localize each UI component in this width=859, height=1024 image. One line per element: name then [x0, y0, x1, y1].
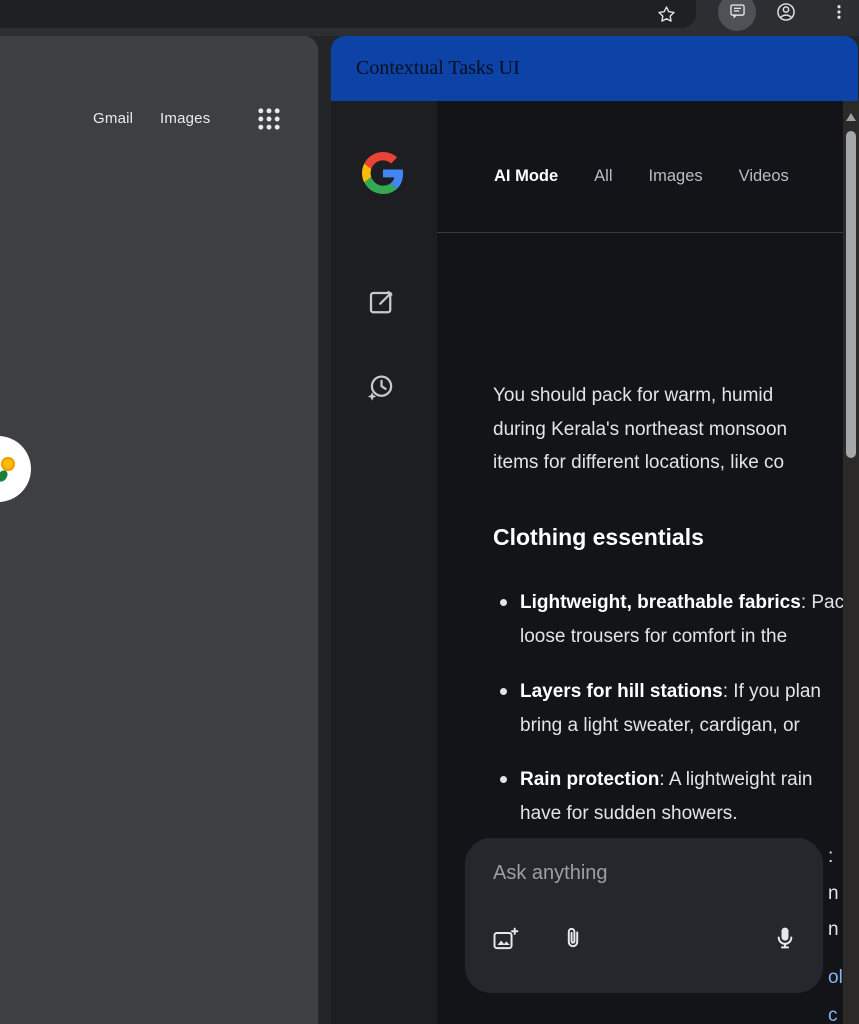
apps-grid-icon[interactable] — [255, 105, 283, 133]
answer-section-heading: Clothing essentials — [493, 524, 704, 551]
bullet-text: : A lightweight rain — [659, 769, 812, 790]
gmail-link[interactable]: Gmail — [93, 110, 133, 127]
side-panel-chat-icon[interactable] — [727, 2, 748, 23]
clipped-link-fragment: c — [828, 1005, 838, 1024]
profile-icon[interactable] — [775, 1, 797, 23]
ask-input[interactable] — [493, 862, 783, 885]
clipped-text-fragment: n — [828, 919, 839, 941]
ai-mode-results: AI Mode All Images Videos You should pac… — [437, 101, 843, 1024]
bullet-item: Lightweight, breathable fabrics: Pack lo… — [493, 586, 843, 653]
bullet-item: Layers for hill stations: If you plan br… — [493, 675, 843, 742]
google-logo[interactable] — [362, 152, 404, 194]
panel-scrollbar[interactable] — [843, 101, 859, 1024]
tab-ai-mode[interactable]: AI Mode — [494, 167, 558, 186]
history-icon[interactable] — [365, 371, 397, 403]
compose-icon[interactable] — [367, 287, 397, 317]
search-tabs: AI Mode All Images Videos — [494, 167, 789, 186]
bullet-item: Rain protection: A lightweight rain have… — [493, 763, 843, 830]
clipped-text-fragment: n — [828, 883, 839, 905]
bookmark-star-icon[interactable] — [656, 4, 677, 25]
tab-images[interactable]: Images — [649, 167, 703, 186]
scroll-up-arrow[interactable] — [846, 113, 856, 121]
tab-videos[interactable]: Videos — [739, 167, 789, 186]
clipped-link-fragment: ol — [828, 967, 843, 989]
mic-icon[interactable] — [771, 924, 799, 952]
add-image-icon[interactable] — [491, 926, 519, 954]
address-bar[interactable] — [0, 0, 696, 28]
bullet-term: Layers for hill stations — [520, 681, 723, 702]
images-link[interactable]: Images — [160, 110, 210, 127]
bullet-text: have for sudden showers. — [520, 797, 843, 831]
contextual-tasks-side-panel: Contextual Tasks UI — [331, 36, 859, 1024]
bullet-text: : Pack — [801, 592, 843, 613]
answer-line: You should pack for warm, humid — [493, 379, 843, 413]
bullet-term: Rain protection — [520, 769, 659, 790]
answer-line: items for different locations, like co — [493, 446, 843, 480]
bullet-text: bring a light sweater, cardigan, or — [520, 709, 843, 743]
bullet-text: : If you plan — [723, 681, 821, 702]
tabs-divider — [437, 232, 843, 233]
menu-dots-icon[interactable] — [830, 3, 848, 21]
doodle-circle[interactable] — [0, 436, 31, 502]
scrollbar-thumb[interactable] — [846, 131, 856, 458]
flower-icon — [1, 457, 15, 471]
answer-intro: You should pack for warm, humid during K… — [493, 379, 843, 480]
attachment-icon[interactable] — [559, 924, 587, 952]
panel-title: Contextual Tasks UI — [356, 57, 520, 80]
panel-sidebar — [331, 101, 437, 1024]
answer-line: during Kerala's northeast monsoon — [493, 413, 843, 447]
clipped-text-fragment: : — [828, 846, 833, 868]
ask-anything-box[interactable] — [465, 838, 823, 993]
tab-all[interactable]: All — [594, 167, 612, 186]
google-homepage: Gmail Images — [0, 36, 318, 1024]
browser-toolbar — [0, 0, 859, 36]
bullet-text: loose trousers for comfort in the — [520, 620, 843, 654]
panel-title-bar: Contextual Tasks UI — [331, 36, 858, 101]
bullet-term: Lightweight, breathable fabrics — [520, 592, 801, 613]
